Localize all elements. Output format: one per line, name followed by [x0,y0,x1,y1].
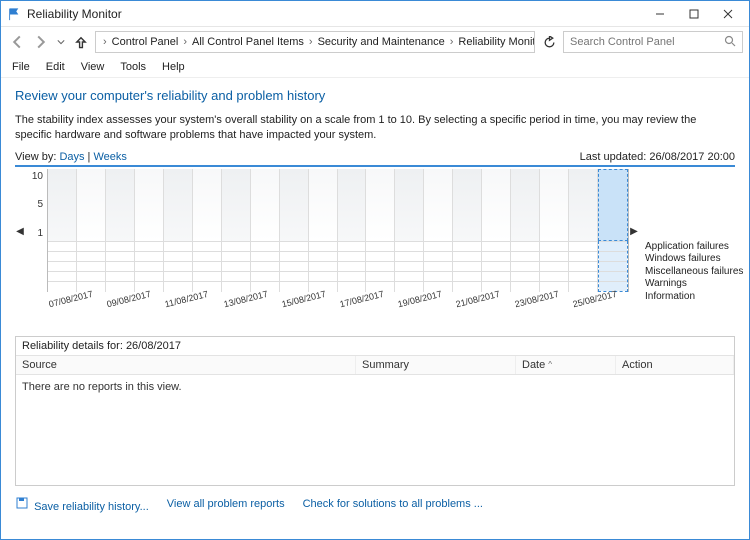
save-icon [15,496,29,510]
minimize-button[interactable] [643,3,677,25]
menu-file[interactable]: File [5,59,37,75]
chart-day-column[interactable] [569,169,598,241]
menu-help[interactable]: Help [155,59,192,75]
chart-day-column[interactable] [540,169,569,241]
chart-day-column[interactable] [338,169,367,241]
chart-day-column[interactable] [511,169,540,241]
chart-columns[interactable] [47,169,629,241]
footer-links: Save reliability history... View all pro… [1,490,749,519]
reliability-chart: ◀ 10 5 1 07/08/201709/08/201711/08/20171… [15,165,735,316]
menu-view[interactable]: View [74,59,112,75]
chart-day-column[interactable] [222,169,251,241]
chart-day-column[interactable] [598,169,628,241]
chart-day-column[interactable] [48,169,77,241]
event-day-column[interactable] [164,241,193,292]
event-day-column[interactable] [395,241,424,292]
event-legend: Application failures Windows failures Mi… [639,169,735,304]
view-weeks-link[interactable]: Weeks [93,151,126,163]
event-day-column[interactable] [222,241,251,292]
scroll-left-button[interactable]: ◀ [15,169,25,294]
menu-edit[interactable]: Edit [39,59,72,75]
chart-day-column[interactable] [164,169,193,241]
chevron-right-icon[interactable]: › [182,36,188,48]
chart-day-column[interactable] [395,169,424,241]
search-input[interactable] [570,36,720,48]
y-axis-labels: 10 5 1 [25,169,47,241]
refresh-button[interactable] [539,32,559,52]
last-updated: Last updated: 26/08/2017 20:00 [580,151,735,163]
nav-bar: › Control Panel › All Control Panel Item… [1,27,749,57]
chevron-right-icon[interactable]: › [308,36,314,48]
chevron-right-icon[interactable]: › [102,36,108,48]
sort-caret-icon: ^ [548,360,552,369]
event-day-column[interactable] [48,241,77,292]
chart-day-column[interactable] [251,169,280,241]
view-days-link[interactable]: Days [59,151,84,163]
chart-day-column[interactable] [366,169,395,241]
page-heading: Review your computer's reliability and p… [15,88,735,103]
breadcrumb[interactable]: All Control Panel Items [190,36,306,48]
col-action[interactable]: Action [616,356,734,374]
save-history-link[interactable]: Save reliability history... [15,496,149,513]
check-solutions-link[interactable]: Check for solutions to all problems ... [303,498,483,510]
page-description: The stability index assesses your system… [15,113,735,143]
chart-day-column[interactable] [77,169,106,241]
event-day-column[interactable] [511,241,540,292]
chart-day-column[interactable] [106,169,135,241]
chart-day-column[interactable] [424,169,453,241]
title-bar: Reliability Monitor [1,1,749,27]
breadcrumb[interactable]: Security and Maintenance [316,36,447,48]
col-summary[interactable]: Summary [356,356,516,374]
chart-day-column[interactable] [309,169,338,241]
details-panel: Reliability details for: 26/08/2017 Sour… [15,336,735,486]
event-day-column[interactable] [280,241,309,292]
chart-day-column[interactable] [280,169,309,241]
menu-tools[interactable]: Tools [113,59,153,75]
details-title: Reliability details for: 26/08/2017 [16,337,734,352]
breadcrumb[interactable]: Reliability Monitor [456,36,535,48]
col-source[interactable]: Source [16,356,356,374]
view-by-label: View by: [15,151,56,163]
chart-day-column[interactable] [135,169,164,241]
back-button[interactable] [7,32,27,52]
chart-day-column[interactable] [453,169,482,241]
menu-bar: File Edit View Tools Help [1,57,749,78]
view-row: View by: Days | Weeks Last updated: 26/0… [15,151,735,163]
col-date[interactable]: Date^ [516,356,616,374]
date-axis: 07/08/201709/08/201711/08/201713/08/2017… [47,294,629,316]
recent-dropdown[interactable] [55,32,67,52]
details-body: There are no reports in this view. [16,375,734,485]
content: Review your computer's reliability and p… [1,78,749,320]
scroll-right-button[interactable]: ▶ [629,169,639,294]
window-title: Reliability Monitor [27,7,643,21]
event-day-column[interactable] [338,241,367,292]
forward-button[interactable] [31,32,51,52]
chevron-right-icon[interactable]: › [449,36,455,48]
maximize-button[interactable] [677,3,711,25]
view-all-link[interactable]: View all problem reports [167,498,285,510]
chart-day-column[interactable] [482,169,511,241]
event-day-column[interactable] [106,241,135,292]
up-button[interactable] [71,32,91,52]
event-day-column[interactable] [569,241,598,292]
search-icon[interactable] [724,35,736,50]
search-box[interactable] [563,31,743,53]
chart-day-column[interactable] [193,169,222,241]
event-grid[interactable] [47,241,629,292]
breadcrumb[interactable]: Control Panel [110,36,181,48]
address-bar[interactable]: › Control Panel › All Control Panel Item… [95,31,535,53]
close-button[interactable] [711,3,745,25]
flag-icon [7,7,21,21]
details-header: Source Summary Date^ Action [16,355,734,375]
event-day-column[interactable] [453,241,482,292]
